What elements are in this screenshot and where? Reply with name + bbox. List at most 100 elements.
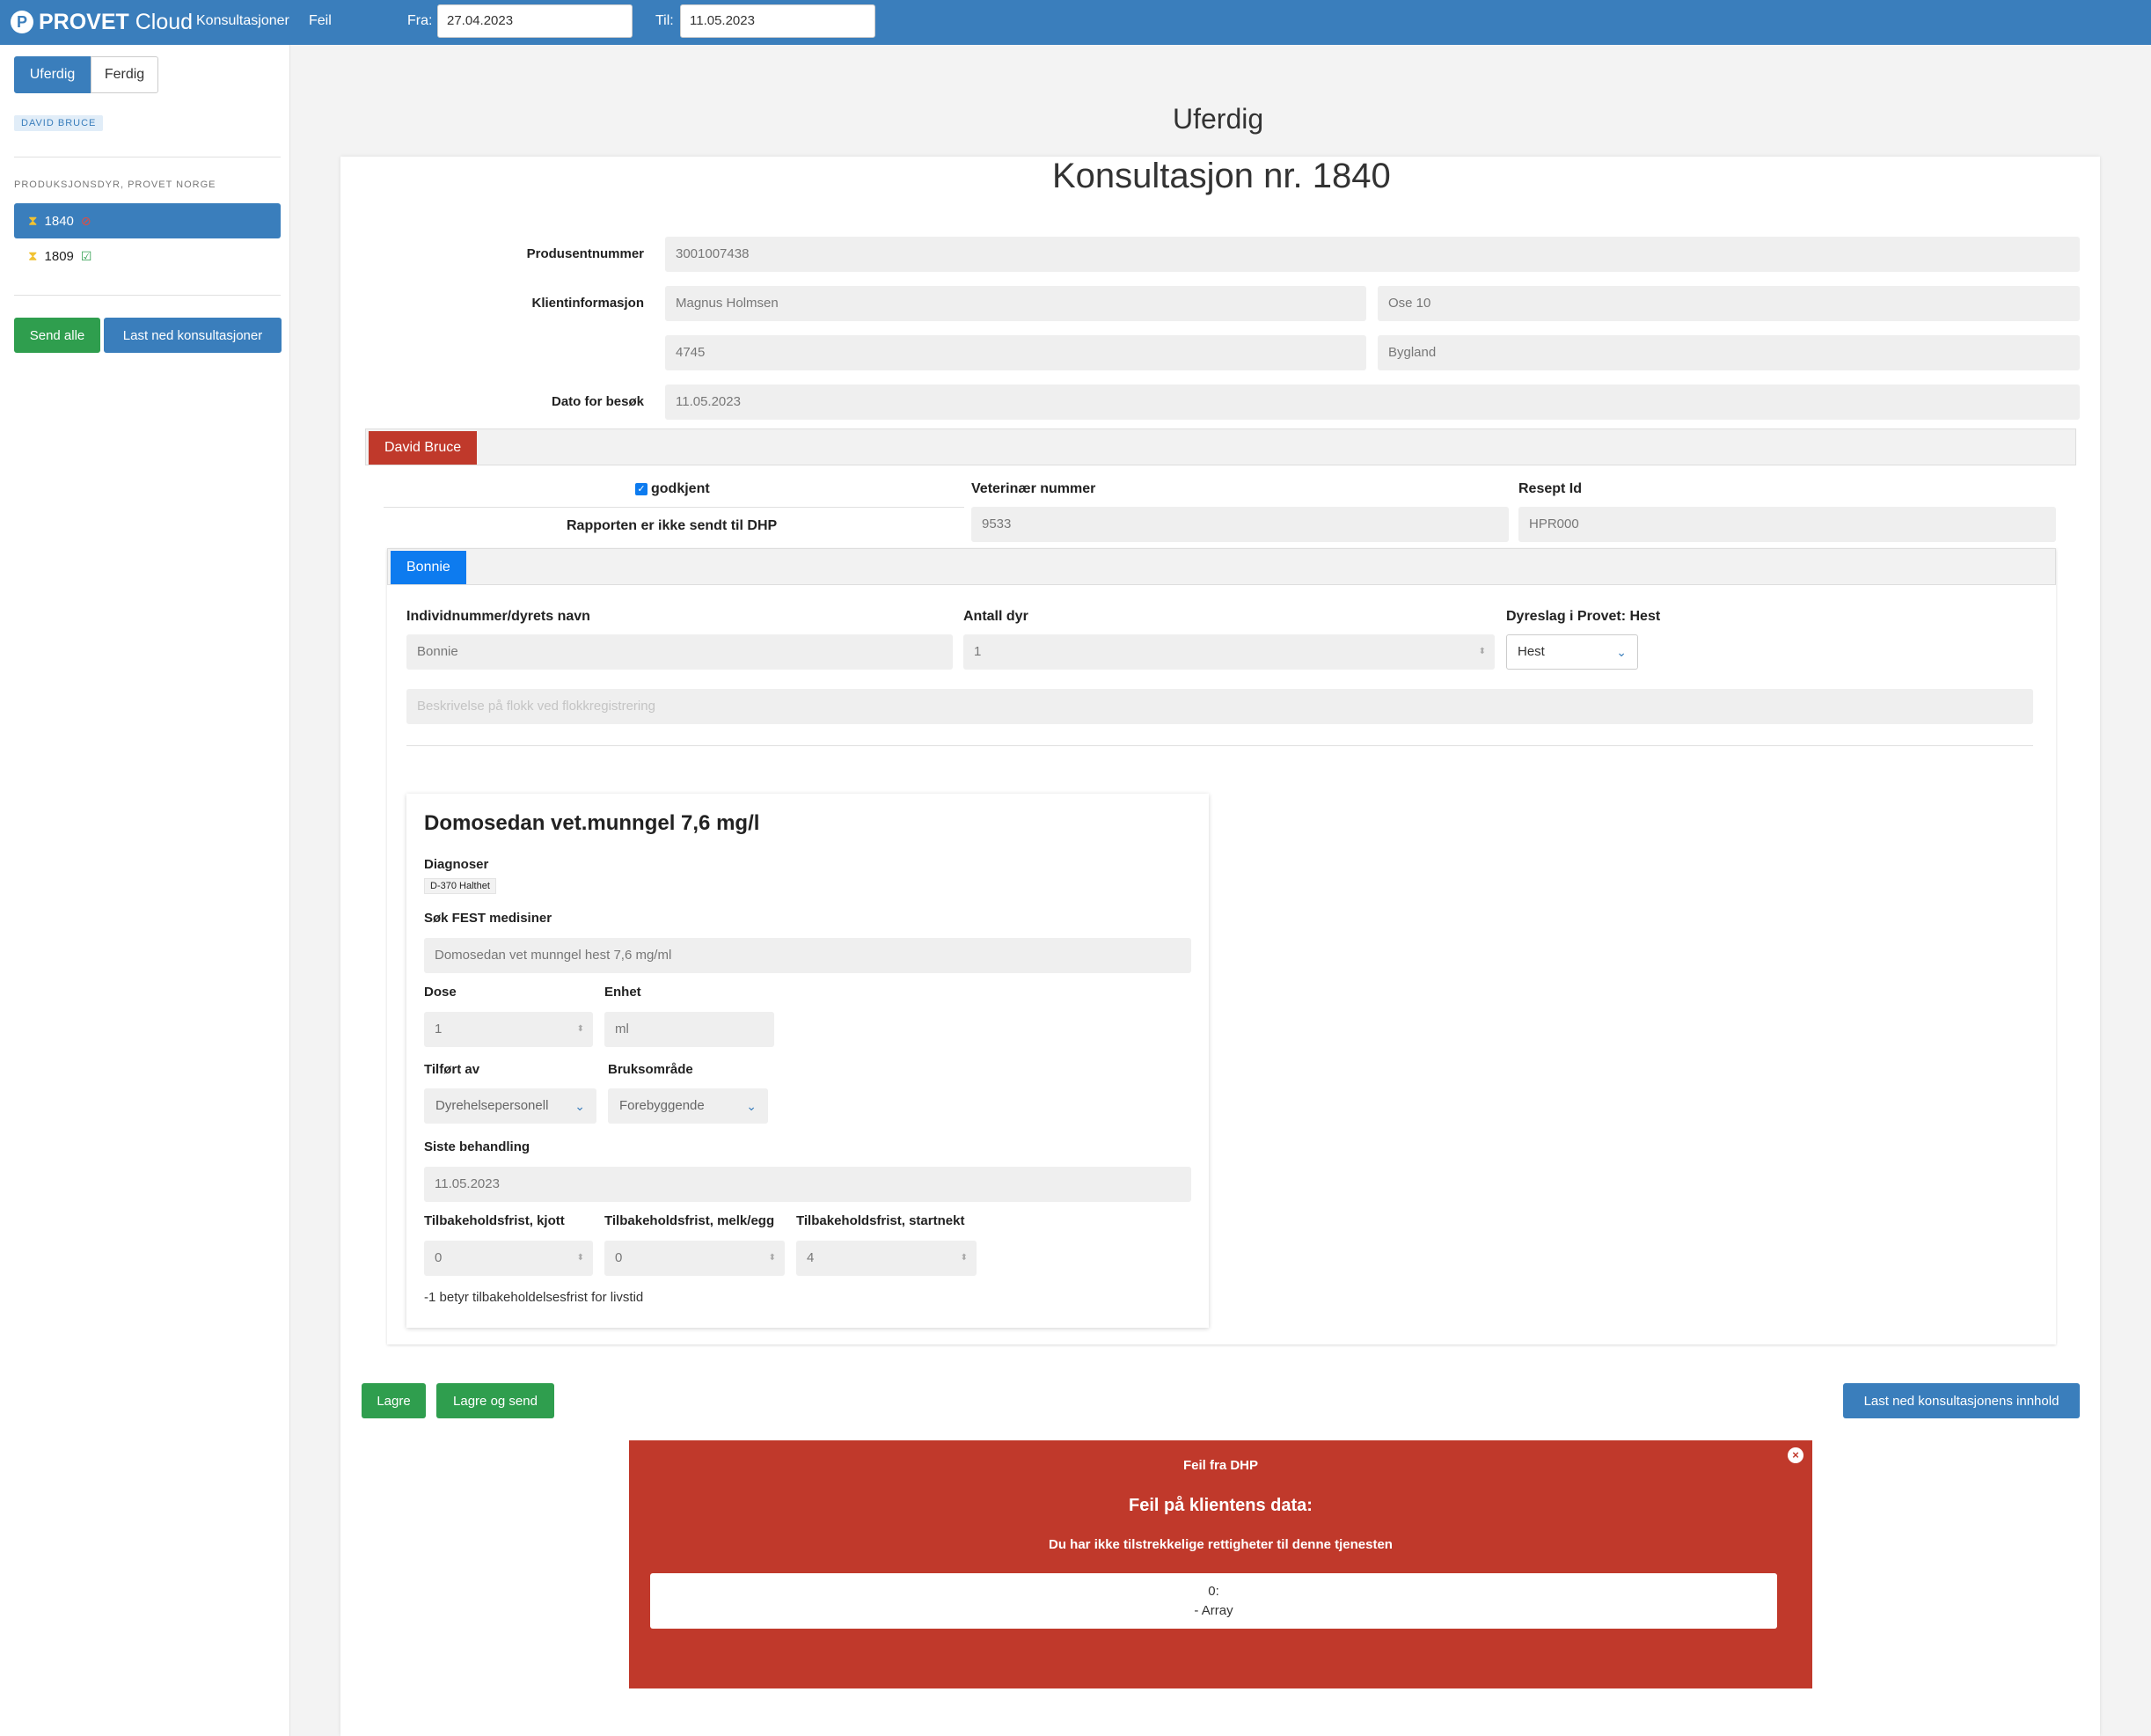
top-navbar: P PROVET Cloud Konsultasjoner Feil Fra: … (0, 0, 2151, 45)
last-treatment-label: Siste behandling (424, 1139, 530, 1154)
given-by-select[interactable]: Dyrehelsepersonell ⌄ (424, 1088, 596, 1124)
withdrawal-start-value: 4 (807, 1250, 815, 1265)
species-value: Hest (1518, 644, 1545, 659)
animal-count-input[interactable]: 1 ⬍ (963, 634, 1495, 670)
provet-logo-icon: P (11, 11, 33, 33)
diagnoses-label: Diagnoser (424, 857, 489, 872)
last-treatment-field[interactable]: 11.05.2023 (424, 1167, 1191, 1202)
given-by-value: Dyrehelsepersonell (435, 1098, 549, 1113)
nav-konsultasjoner[interactable]: Konsultasjoner (196, 13, 289, 29)
error-detail-line2: - Array (1194, 1603, 1233, 1618)
tab-vet-david-bruce[interactable]: David Bruce (369, 431, 478, 465)
sidebar: Uferdig Ferdig DAVID BRUCE PRODUKSJONSDY… (0, 45, 290, 1736)
animal-divider (406, 745, 2033, 746)
medication-card: Domosedan vet.munngel 7,6 mg/l Diagnoser… (406, 794, 1209, 1328)
species-select[interactable]: Hest ⌄ (1506, 634, 1638, 670)
withdrawal-start-input[interactable]: 4 ⬍ (796, 1241, 977, 1276)
dose-label: Dose (424, 985, 457, 1000)
withdrawal-milk-value: 0 (615, 1250, 623, 1265)
withdrawal-meat-value: 0 (435, 1250, 443, 1265)
report-status: Rapporten er ikke sendt til DHP (567, 518, 778, 533)
nav-feil[interactable]: Feil (309, 13, 332, 29)
prescription-label: Resept Id (1518, 481, 1583, 496)
visit-date-field[interactable]: 11.05.2023 (665, 385, 2080, 420)
animal-id-label: Individnummer/dyrets navn (406, 609, 590, 624)
chevron-down-icon: ⌄ (574, 1099, 585, 1113)
brand-name-bold: PROVET (39, 9, 129, 34)
approved-checkbox-row[interactable]: ✓ godkjent (635, 481, 710, 497)
download-all-button[interactable]: Last ned konsultasjoner (104, 318, 282, 353)
hourglass-icon: ⧗ (28, 213, 38, 229)
fest-search-input[interactable]: Domosedan vet munngel hest 7,6 mg/ml (424, 938, 1191, 973)
save-and-send-button[interactable]: Lagre og send (436, 1383, 554, 1418)
dhp-error-alert: × Feil fra DHP Feil på klientens data: D… (629, 1440, 1812, 1688)
animal-tabstrip: Bonnie (387, 548, 2056, 585)
approved-label: godkjent (651, 481, 710, 496)
animal-id-field[interactable]: Bonnie (406, 634, 953, 670)
sidebar-section-label: PRODUKSJONSDYR, PROVET NORGE (14, 179, 216, 190)
unit-label: Enhet (604, 985, 641, 1000)
animal-count-label: Antall dyr (963, 609, 1028, 624)
vet-number-field[interactable]: 9533 (971, 507, 1509, 542)
species-label: Dyreslag i Provet: Hest (1506, 609, 1661, 624)
from-date-label: Fra: (407, 13, 433, 28)
hourglass-icon: ⧗ (28, 248, 38, 264)
sidebar-item-1809[interactable]: ⧗ 1809 ☑ (14, 238, 281, 274)
from-date-input[interactable]: 27.04.2023 (437, 4, 633, 38)
save-button[interactable]: Lagre (362, 1383, 426, 1418)
blocked-icon: ⊘ (80, 213, 91, 228)
vet-divider (384, 507, 964, 508)
fest-search-label: Søk FEST medisiner (424, 911, 552, 926)
error-header: Feil fra DHP (1182, 1458, 1259, 1473)
tab-animal-bonnie[interactable]: Bonnie (391, 551, 466, 584)
client-zip-field[interactable]: 4745 (665, 335, 1366, 370)
usage-select[interactable]: Forebyggende ⌄ (608, 1088, 768, 1124)
client-address-field[interactable]: Ose 10 (1378, 286, 2080, 321)
send-all-button[interactable]: Send alle (14, 318, 100, 353)
usage-label: Bruksområde (608, 1062, 693, 1077)
consultation-id: 1840 (44, 213, 74, 229)
download-consultation-button[interactable]: Last ned konsultasjonens innhold (1843, 1383, 2080, 1418)
given-by-label: Tilført av (424, 1062, 480, 1077)
producer-field[interactable]: 3001007438 (665, 237, 2080, 272)
to-date-input[interactable]: 11.05.2023 (680, 4, 875, 38)
withdrawal-milk-input[interactable]: 0 ⬍ (604, 1241, 785, 1276)
error-message: Du har ikke tilstrekkelige rettigheter t… (1049, 1537, 1393, 1552)
producer-label: Produsentnummer (526, 246, 644, 261)
to-date-label: Til: (655, 13, 674, 28)
brand-logo[interactable]: P PROVET Cloud (11, 9, 193, 35)
tab-uferdig[interactable]: Uferdig (14, 56, 91, 93)
chevron-down-icon: ⌄ (746, 1099, 757, 1113)
client-name-field[interactable]: Magnus Holmsen (665, 286, 1366, 321)
stepper-icon[interactable]: ⬍ (577, 1012, 584, 1047)
diagnosis-chip[interactable]: D-370 Halthet (424, 878, 496, 894)
chevron-down-icon: ⌄ (1616, 645, 1627, 659)
medication-title: Domosedan vet.munngel 7,6 mg/l (424, 811, 760, 835)
stepper-icon[interactable]: ⬍ (577, 1241, 584, 1276)
flock-description-input[interactable]: Beskrivelse på flokk ved flokkregistreri… (406, 689, 2033, 724)
client-label: Klientinformasjon (531, 296, 644, 311)
withdrawal-meat-input[interactable]: 0 ⬍ (424, 1241, 593, 1276)
vet-tabstrip: David Bruce (365, 429, 2076, 465)
usage-value: Forebyggende (619, 1098, 705, 1113)
visit-date-label: Dato for besøk (551, 394, 644, 409)
stepper-icon[interactable]: ⬍ (1479, 634, 1486, 670)
dose-input[interactable]: 1 ⬍ (424, 1012, 593, 1047)
prescription-field[interactable]: HPR000 (1518, 507, 2056, 542)
user-badge: DAVID BRUCE (14, 115, 104, 131)
animal-count-value: 1 (974, 644, 982, 659)
sidebar-item-1840[interactable]: ⧗ 1840 ⊘ (14, 203, 281, 238)
page-title: Uferdig (1173, 103, 1264, 135)
approved-checkbox[interactable]: ✓ (635, 482, 647, 495)
client-city-field[interactable]: Bygland (1378, 335, 2080, 370)
vet-number-label: Veterinær nummer (971, 481, 1096, 496)
stepper-icon[interactable]: ⬍ (769, 1241, 776, 1276)
error-detail-line1: 0: (1208, 1584, 1219, 1599)
consultation-id: 1809 (44, 248, 74, 264)
withdrawal-meat-label: Tilbakeholdsfrist, kjott (424, 1213, 565, 1228)
dose-value: 1 (435, 1022, 443, 1036)
stepper-icon[interactable]: ⬍ (961, 1241, 968, 1276)
error-title: Feil på klientens data: (1129, 1496, 1313, 1515)
tab-ferdig[interactable]: Ferdig (91, 56, 158, 93)
unit-field[interactable]: ml (604, 1012, 774, 1047)
